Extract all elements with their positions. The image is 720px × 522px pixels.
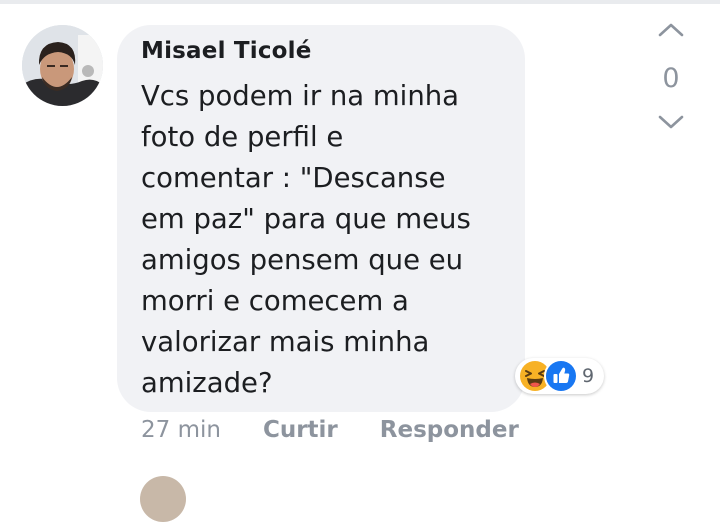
reaction-count: 9 bbox=[582, 365, 595, 387]
comment-timestamp[interactable]: 27 min bbox=[141, 417, 221, 443]
comment-line: comentar : "Descanse bbox=[141, 162, 446, 194]
reactions-summary[interactable]: 9 bbox=[515, 358, 605, 394]
comment-line: foto de perfil e bbox=[141, 121, 344, 153]
chevron-up-icon bbox=[658, 23, 684, 37]
next-comment-avatar[interactable] bbox=[140, 476, 186, 522]
thumbs-up-icon bbox=[544, 359, 578, 393]
comment-text: Vcs podem ir na minha foto de perfil e c… bbox=[141, 76, 513, 404]
comment-line: morri e comecem a bbox=[141, 285, 409, 317]
like-button[interactable]: Curtir bbox=[263, 417, 338, 443]
vote-count: 0 bbox=[662, 63, 680, 94]
comment-line: amizade? bbox=[141, 367, 273, 399]
reply-button[interactable]: Responder bbox=[380, 417, 519, 443]
comment-line: valorizar mais minha bbox=[141, 326, 430, 358]
comment-meta: 27 min Curtir Responder bbox=[141, 417, 561, 443]
downvote-button[interactable] bbox=[650, 106, 692, 140]
comment-line: amigos pensem que eu bbox=[141, 244, 464, 276]
chevron-down-icon bbox=[658, 115, 684, 129]
comment-line: Vcs podem ir na minha bbox=[141, 80, 460, 112]
comment-line: em paz" para que meus bbox=[141, 203, 471, 235]
avatar-photo bbox=[22, 25, 103, 106]
comment-author[interactable]: Misael Ticolé bbox=[141, 38, 312, 64]
vote-control: 0 bbox=[650, 14, 692, 140]
avatar[interactable] bbox=[22, 25, 103, 106]
upvote-button[interactable] bbox=[650, 14, 692, 48]
top-divider bbox=[0, 0, 720, 4]
